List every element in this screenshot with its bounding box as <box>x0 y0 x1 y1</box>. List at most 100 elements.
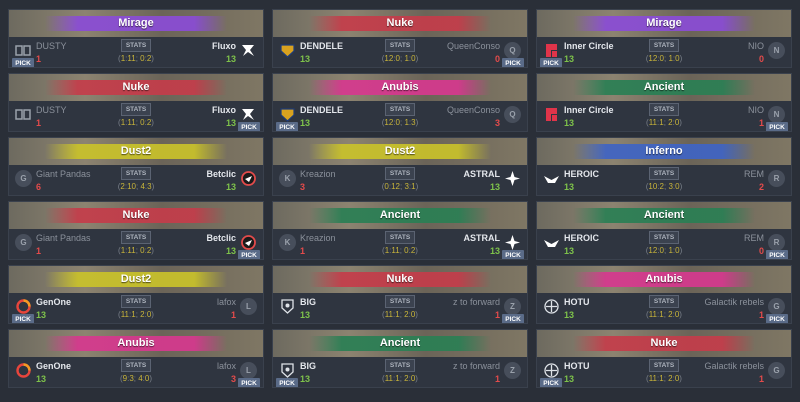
map-banner: Ancient <box>273 330 527 357</box>
team-name-right[interactable]: REM <box>744 169 764 179</box>
match-card[interactable]: Nuke PICK HOTU 13 G Galactik rebels 1 STATS (11:… <box>536 329 792 388</box>
pick-badge: PICK <box>238 378 260 387</box>
team-score-right: 0 <box>758 54 764 64</box>
team-name-right[interactable]: z to forward <box>453 297 500 307</box>
half-scores: (0:12; 3:1) <box>382 182 419 191</box>
team-score-right: 1 <box>230 310 236 320</box>
team-name-right[interactable]: Fluxo <box>212 105 236 115</box>
team-name-left[interactable]: GenOne <box>36 361 71 371</box>
stats-button[interactable]: STATS <box>649 231 679 244</box>
half-scores: (1:11; 0:2) <box>118 246 154 255</box>
team-name-left[interactable]: Inner Circle <box>564 41 614 51</box>
stats-button[interactable]: STATS <box>385 295 415 308</box>
team-name-left[interactable]: HEROIC <box>564 169 599 179</box>
team-name-right[interactable]: Betclic <box>206 169 236 179</box>
half-score-value: 12 <box>648 246 658 255</box>
team-name-right[interactable]: QueenConso <box>447 41 500 51</box>
team-name-right[interactable]: lafox <box>217 361 236 371</box>
match-card[interactable]: Nuke DENDELE 13 Q PICK QueenConso 0 STATS (12:0;… <box>272 9 528 68</box>
half-scores: (11:1; 2:0) <box>382 310 418 319</box>
team-name-left[interactable]: HOTU <box>564 297 590 307</box>
team-name-right[interactable]: lafox <box>217 297 236 307</box>
team-name-right[interactable]: Fluxo <box>212 41 236 51</box>
stats-button[interactable]: STATS <box>121 103 151 116</box>
team-name-left[interactable]: Inner Circle <box>564 105 614 115</box>
team-name-left[interactable]: DUSTY <box>36 105 67 115</box>
stats-button[interactable]: STATS <box>649 39 679 52</box>
team-name-left[interactable]: DENDELE <box>300 105 343 115</box>
match-card[interactable]: Ancient K Kreazion 1 PICK ASTRAL 13 STATS (1:11;… <box>272 201 528 260</box>
stats-button[interactable]: STATS <box>385 359 415 372</box>
team-name-right[interactable]: Galactik rebels <box>704 361 764 371</box>
team-row: K Kreazion 3 ASTRAL 13 STATS (0:12; 3:1) <box>273 165 527 195</box>
stats-button[interactable]: STATS <box>649 103 679 116</box>
team-name-right[interactable]: QueenConso <box>447 105 500 115</box>
pick-badge: PICK <box>238 250 260 259</box>
team-name-right[interactable]: NIO <box>748 41 764 51</box>
giant-pandas-placeholder-icon: G <box>15 170 32 187</box>
fluxo-logo-icon <box>240 42 257 59</box>
dusty-logo-icon <box>15 106 32 123</box>
stats-button[interactable]: STATS <box>121 231 151 244</box>
match-card[interactable]: Nuke BIG 13 Z PICK z to forward 1 STATS (11:1; 2… <box>272 265 528 324</box>
team-name-right[interactable]: ASTRAL <box>464 233 501 243</box>
team-score-right: 1 <box>758 374 764 384</box>
stats-button[interactable]: STATS <box>121 167 151 180</box>
map-name: Anubis <box>117 337 155 349</box>
match-card[interactable]: Nuke DUSTY 1 PICK Fluxo 13 STATS (1:11; 0:2) <box>8 73 264 132</box>
stats-button[interactable]: STATS <box>385 167 415 180</box>
match-card[interactable]: Anubis HOTU 13 G PICK Galactik rebels 1 STATS (1… <box>536 265 792 324</box>
team-name-left[interactable]: GenOne <box>36 297 71 307</box>
stats-button[interactable]: STATS <box>385 231 415 244</box>
match-card[interactable]: Mirage PICK Inner Circle 13 N NIO 0 STATS (12:0;… <box>536 9 792 68</box>
stats-button[interactable]: STATS <box>121 359 151 372</box>
team-name-right[interactable]: REM <box>744 233 764 243</box>
team-name-left[interactable]: DUSTY <box>36 41 67 51</box>
match-card[interactable]: Dust2 PICK GenOne 13 Llafox 1 STATS (11:1; 2:0) <box>8 265 264 324</box>
pick-badge: PICK <box>766 250 788 259</box>
team-name-left[interactable]: HOTU <box>564 361 590 371</box>
half-score-separator: ) <box>679 54 683 63</box>
team-name-left[interactable]: Giant Pandas <box>36 233 91 243</box>
stats-button[interactable]: STATS <box>649 167 679 180</box>
team-name-left[interactable]: BIG <box>300 297 316 307</box>
map-banner: Nuke <box>537 330 791 357</box>
half-score-separator: ) <box>415 54 419 63</box>
match-card[interactable]: Mirage PICK DUSTY 1 Fluxo 13 STATS (1:11; 0:2) <box>8 9 264 68</box>
team-name-right[interactable]: Betclic <box>206 233 236 243</box>
match-card[interactable]: Dust2 K Kreazion 3 ASTRAL 13 STATS (0:12; 3:1) <box>272 137 528 196</box>
half-score-separator: ) <box>151 118 154 127</box>
half-score-value: 12 <box>391 182 400 191</box>
stats-button[interactable]: STATS <box>121 295 151 308</box>
match-card[interactable]: Inferno HEROIC 13 R REM 2 STATS (10:2; 3:0) <box>536 137 792 196</box>
half-score-separator: ) <box>151 182 155 191</box>
stats-button[interactable]: STATS <box>649 359 679 372</box>
team-name-left[interactable]: Kreazion <box>300 233 336 243</box>
team-name-right[interactable]: NIO <box>748 105 764 115</box>
team-name-right[interactable]: Galactik rebels <box>704 297 764 307</box>
half-scores: (12:0; 1:0) <box>646 246 683 255</box>
team-score-left: 13 <box>564 374 575 384</box>
match-card[interactable]: Ancient PICK BIG 13 Zz to forward 1 STATS (11:1… <box>272 329 528 388</box>
match-card[interactable]: Ancient HEROIC 13 R PICK REM 0 STATS (12:0; 1:0) <box>536 201 792 260</box>
team-name-left[interactable]: BIG <box>300 361 316 371</box>
half-score-value: 11 <box>391 246 400 255</box>
stats-button[interactable]: STATS <box>649 295 679 308</box>
stats-button[interactable]: STATS <box>385 103 415 116</box>
team-name-right[interactable]: ASTRAL <box>464 169 501 179</box>
team-name-left[interactable]: Giant Pandas <box>36 169 91 179</box>
match-card[interactable]: Anubis PICK DENDELE 13 Q QueenConso 3 STATS (12:… <box>272 73 528 132</box>
pick-badge: PICK <box>238 122 260 131</box>
match-card[interactable]: Ancient Inner Circle 13 N PICK NIO 1 STATS (11:1… <box>536 73 792 132</box>
half-score-value: 11 <box>648 310 658 319</box>
stats-button[interactable]: STATS <box>121 39 151 52</box>
match-card[interactable]: Nuke G Giant Pandas 1 PICK Betclic 13 STATS (1:1… <box>8 201 264 260</box>
match-card[interactable]: Dust2 G Giant Pandas 6 Betclic 13 STATS (2:10; … <box>8 137 264 196</box>
team-name-left[interactable]: HEROIC <box>564 233 599 243</box>
half-scores: (12:0; 1:3) <box>382 118 419 127</box>
team-name-right[interactable]: z to forward <box>453 361 500 371</box>
team-name-left[interactable]: DENDELE <box>300 41 343 51</box>
team-name-left[interactable]: Kreazion <box>300 169 336 179</box>
match-card[interactable]: Anubis GenOne 13 L PICK lafox 3 STATS (9:3; 4:0) <box>8 329 264 388</box>
stats-button[interactable]: STATS <box>385 39 415 52</box>
